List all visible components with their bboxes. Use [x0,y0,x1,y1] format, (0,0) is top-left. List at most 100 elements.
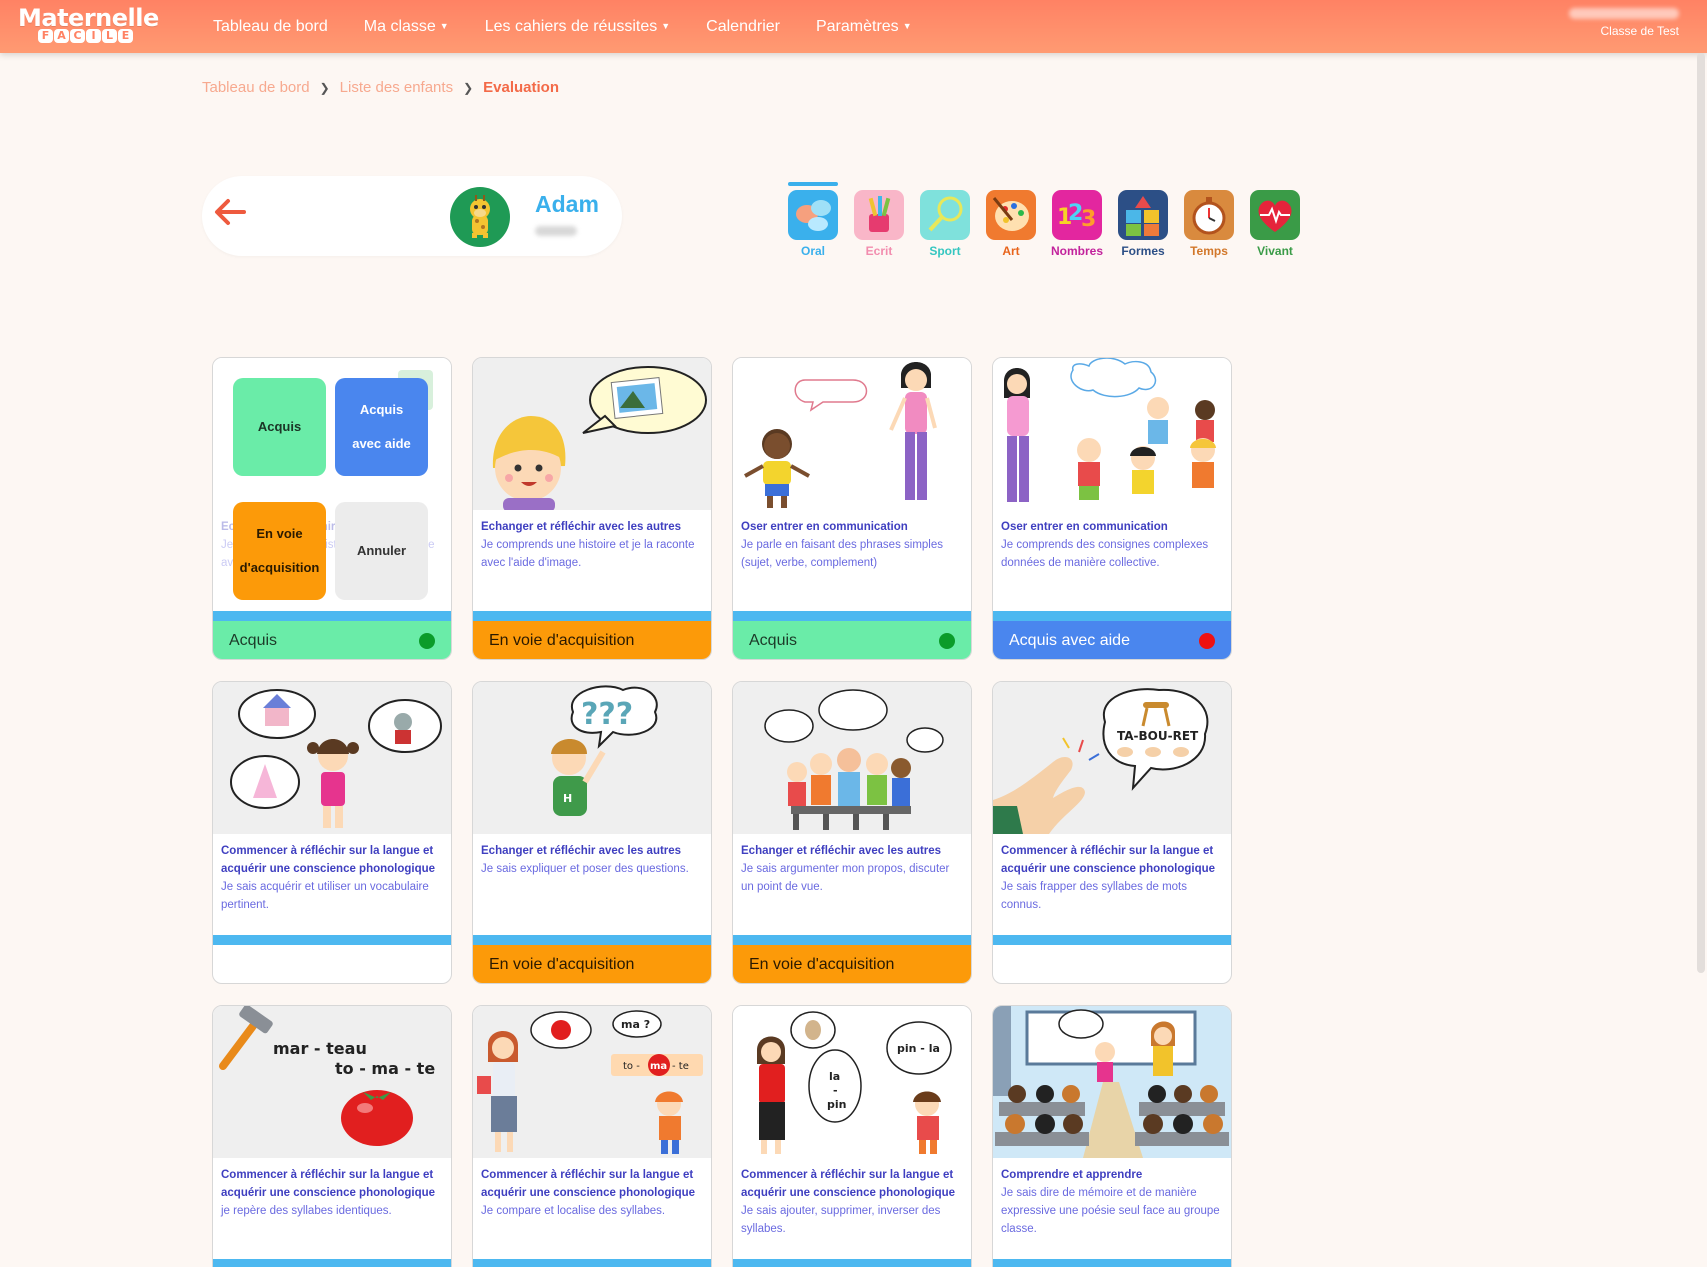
card-illustration [993,1006,1231,1158]
chevron-right-icon: ❯ [463,80,474,95]
card-description: Je parle en faisant des phrases simples … [741,539,943,569]
svg-text:H: H [563,792,572,805]
card-category: Comprendre et apprendre [1001,1169,1143,1181]
svg-text:pin - la: pin - la [897,1042,940,1055]
card-description: Je sais frapper des syllabes de mots con… [1001,881,1188,911]
nav-calendrier[interactable]: Calendrier [706,18,780,36]
acquis-avec-aide-button[interactable]: Acquis avec aide [335,378,428,476]
pencil-cup-icon [854,190,904,240]
en-voie-button[interactable]: En voie d'acquisition [233,502,326,600]
svg-text:ma: ma [650,1061,667,1072]
speech-bubbles-icon [788,190,838,240]
competency-card[interactable]: TA-BOU-RET Commencer à réfléchir sur la … [992,681,1232,984]
competency-card[interactable]: Echanger et réfléchir avec les autres Je… [212,357,452,660]
competency-card[interactable]: Oser entrer en communication Je comprend… [992,357,1232,660]
stopwatch-icon [1184,190,1234,240]
card-description: Je sais ajouter, supprimer, inverser des… [741,1205,941,1235]
card-description: Je sais expliquer et poser des questions… [481,863,689,875]
card-description: Je comprends une histoire et je la racon… [481,539,695,569]
tab-formes[interactable]: Formes [1110,182,1176,258]
card-illustration [213,682,451,834]
card-category: Commencer à réfléchir sur la langue et a… [481,1169,696,1199]
card-category: Oser entrer en communication [1001,521,1168,533]
app-logo[interactable]: Maternelle FACILE [18,4,159,46]
main-nav: Tableau de bord Ma classe ▼ Les cahiers d… [213,0,948,53]
annuler-button[interactable]: Annuler [335,502,428,600]
user-name-blurred [1569,8,1679,19]
card-description: je repère des syllabes identiques. [221,1205,392,1217]
card-description: Je comprends des consignes complexes don… [1001,539,1209,569]
tab-art[interactable]: Art [978,182,1044,258]
status-badge: Acquis [733,621,971,659]
competency-card[interactable]: Commencer à réfléchir sur la langue et a… [212,681,452,984]
card-illustration: ma ? to - ma - te [473,1006,711,1158]
status-dot [939,633,955,649]
status-dot [419,633,435,649]
tab-ecrit[interactable]: Ecrit [846,182,912,258]
user-menu[interactable]: Classe de Test [1569,8,1679,38]
nav-cahiers-de-reussites[interactable]: Les cahiers de réussites ▼ [485,18,670,36]
breadcrumb-liste-des-enfants[interactable]: Liste des enfants [340,79,453,96]
competency-card[interactable]: Echanger et réfléchir avec les autres Je… [732,681,972,984]
svg-text:pin: pin [827,1098,846,1111]
competency-card[interactable]: Oser entrer en communication Je parle en… [732,357,972,660]
status-badge: Acquis avec aide [993,621,1231,659]
tab-nombres[interactable]: 123 Nombres [1044,182,1110,258]
breadcrumb: Tableau de bord ❯ Liste des enfants ❯ Ev… [202,79,559,96]
tab-sport[interactable]: Sport [912,182,978,258]
caret-down-icon: ▼ [902,20,912,31]
acquis-button[interactable]: Acquis [233,378,326,476]
heart-pulse-icon [1250,190,1300,240]
competency-card[interactable]: Comprendre et apprendre Je sais dire de … [992,1005,1232,1267]
card-category: Commencer à réfléchir sur la langue et a… [741,1169,956,1199]
nav-tableau-de-bord[interactable]: Tableau de bord [213,18,328,36]
svg-text:to - ma - te: to - ma - te [335,1059,435,1078]
top-navbar: Maternelle FACILE Tableau de bord Ma cla… [0,0,1707,53]
palette-icon [986,190,1036,240]
svg-text:la: la [829,1070,840,1083]
status-badge: En voie d'acquisition [733,945,971,983]
competency-card[interactable]: ma ? to - ma - te Commencer à réfléchir … [472,1005,712,1267]
card-category: Commencer à réfléchir sur la langue et a… [1001,845,1216,875]
status-dot [1199,633,1215,649]
nav-ma-classe[interactable]: Ma classe ▼ [364,18,449,36]
status-badge: Acquis [213,621,451,659]
card-illustration [993,358,1231,510]
card-illustration: la - pin pin - la [733,1006,971,1158]
competency-card[interactable]: Echanger et réfléchir avec les autres Je… [472,357,712,660]
tab-vivant[interactable]: Vivant [1242,182,1308,258]
card-category: Commencer à réfléchir sur la langue et a… [221,845,436,875]
card-illustration [733,358,971,510]
svg-text:mar - teau: mar - teau [273,1039,367,1058]
svg-text:- te: - te [672,1061,689,1072]
svg-text:ma ?: ma ? [621,1018,650,1031]
card-illustration [473,358,711,510]
tab-oral[interactable]: Oral [780,182,846,258]
back-arrow-icon[interactable] [210,192,250,232]
svg-text:to -: to - [623,1061,640,1072]
card-category: Echanger et réfléchir avec les autres [741,845,942,857]
competency-card[interactable]: mar - teau to - ma - te Commencer à réfl… [212,1005,452,1267]
class-name: Classe de Test [1600,24,1680,38]
card-illustration: mar - teau to - ma - te [213,1006,451,1158]
svg-text:-: - [833,1084,838,1097]
shapes-icon [1118,190,1168,240]
competency-card[interactable]: ??? H Echanger et réfléchir avec les aut… [472,681,712,984]
domain-tabs: Oral Ecrit Sport Art 123 Nombres Formes [780,182,1308,258]
card-illustration: TA-BOU-RET [993,682,1231,834]
svg-text:TA-BOU-RET: TA-BOU-RET [1117,729,1199,743]
caret-down-icon: ▼ [661,20,671,31]
breadcrumb-current: Evaluation [483,79,559,96]
card-category: Oser entrer en communication [741,521,908,533]
page-scrollbar[interactable] [1697,53,1705,973]
tab-temps[interactable]: Temps [1176,182,1242,258]
status-badge: En voie d'acquisition [473,621,711,659]
card-description: Je sais acquérir et utiliser un vocabula… [221,881,429,911]
child-detail-blurred [535,226,577,236]
card-category: Echanger et réfléchir avec les autres [481,521,682,533]
numbers-icon: 123 [1052,190,1102,240]
card-category: Echanger et réfléchir avec les autres [481,845,682,857]
breadcrumb-tableau-de-bord[interactable]: Tableau de bord [202,79,310,96]
competency-card[interactable]: la - pin pin - la Commencer à réfléchir … [732,1005,972,1267]
nav-parametres[interactable]: Paramètres ▼ [816,18,912,36]
